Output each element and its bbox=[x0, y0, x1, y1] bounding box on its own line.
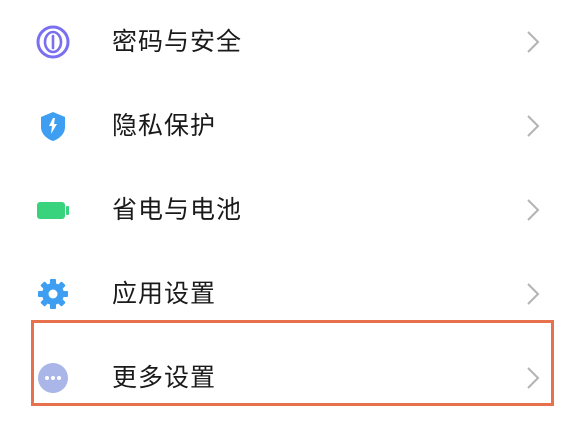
chevron-right-icon bbox=[524, 365, 542, 391]
settings-item-privacy[interactable]: 隐私保护 bbox=[0, 84, 569, 168]
settings-item-battery[interactable]: 省电与电池 bbox=[0, 168, 569, 252]
settings-list: 密码与安全 隐私保护 省电与电池 应用设置 更多设置 bbox=[0, 0, 569, 427]
settings-item-more-settings[interactable]: 更多设置 bbox=[0, 336, 569, 420]
chevron-right-icon bbox=[524, 197, 542, 223]
settings-item-app-settings[interactable]: 应用设置 bbox=[0, 252, 569, 336]
settings-item-label: 省电与电池 bbox=[112, 195, 243, 224]
shield-icon bbox=[36, 109, 70, 143]
settings-item-label: 更多设置 bbox=[112, 363, 217, 392]
chevron-right-icon bbox=[524, 29, 542, 55]
more-dots-icon bbox=[36, 361, 70, 395]
settings-item-label: 隐私保护 bbox=[112, 111, 217, 140]
fingerprint-icon bbox=[36, 25, 70, 59]
chevron-right-icon bbox=[524, 281, 542, 307]
settings-item-password-security[interactable]: 密码与安全 bbox=[0, 0, 569, 84]
gear-icon bbox=[36, 277, 70, 311]
chevron-right-icon bbox=[524, 113, 542, 139]
settings-item-label: 应用设置 bbox=[112, 279, 217, 308]
settings-item-label: 密码与安全 bbox=[112, 27, 243, 56]
battery-icon bbox=[36, 193, 70, 227]
